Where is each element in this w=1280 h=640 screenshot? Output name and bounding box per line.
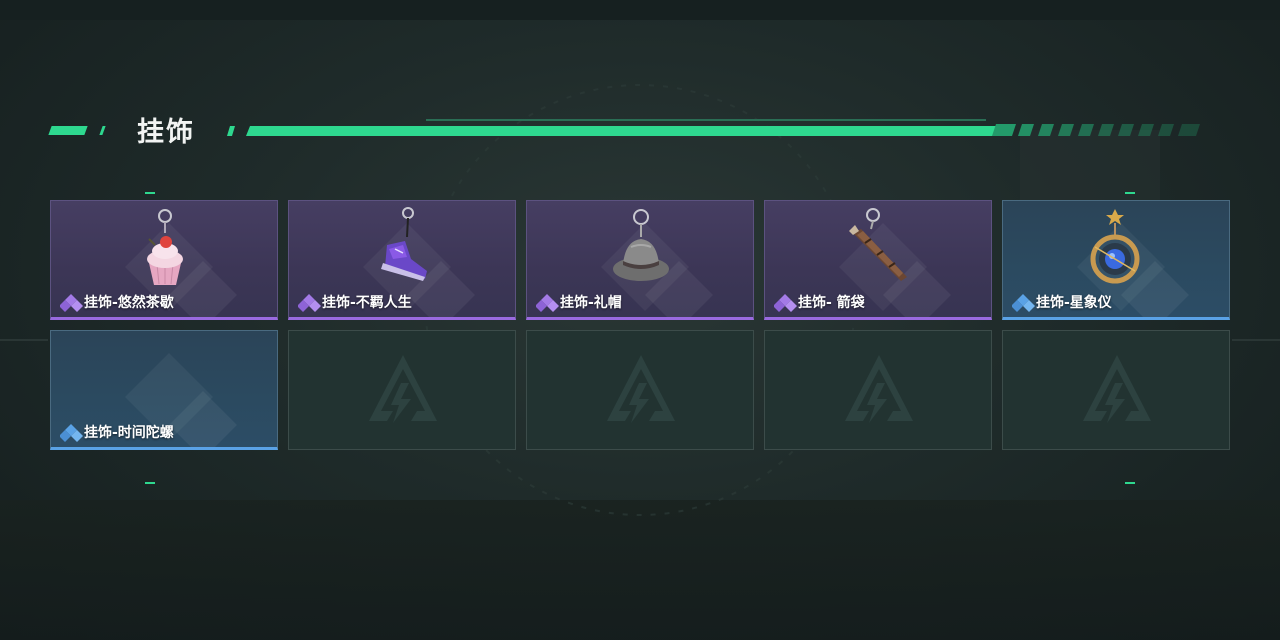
charm-collection-screen: 挂饰 挂饰-悠然茶歇 挂饰-不羁人生 挂饰-礼帽 挂饰- 箭袋 挂饰-星象仪 挂… [0,0,1280,640]
empty-slot [1002,330,1230,450]
charm-card[interactable]: 挂饰-时间陀螺 [50,330,278,450]
charm-label: 挂饰-星象仪 [1012,292,1112,312]
frame-corner-tick [145,482,155,484]
charm-name: 挂饰- 箭袋 [798,295,865,311]
background-art [0,84,1280,516]
purple-rarity-icon [774,294,797,312]
purple-rarity-icon [60,294,83,312]
game-logo-watermark-icon [1083,355,1151,423]
empty-slot [764,330,992,450]
charm-name: 挂饰-不羁人生 [322,295,412,311]
charm-name: 挂饰-时间陀螺 [84,425,174,441]
charm-name: 挂饰-礼帽 [560,295,622,311]
frame-corner-tick [1125,192,1135,194]
frame-corner-tick [145,192,155,194]
game-logo-watermark-icon [607,355,675,423]
charm-label: 挂饰-悠然茶歇 [60,292,174,312]
charm-card[interactable]: 挂饰- 箭袋 [764,200,992,320]
frame-corner-tick [1125,482,1135,484]
title-accent-block [48,126,88,135]
charm-label: 挂饰-不羁人生 [298,292,412,312]
charm-card[interactable]: 挂饰-礼帽 [526,200,754,320]
blue-rarity-icon [60,424,83,442]
title-stripe-decoration [227,119,1200,136]
empty-slot [526,330,754,450]
game-logo-watermark-icon [845,355,913,423]
game-logo-watermark-icon [369,355,437,423]
charm-card[interactable]: 挂饰-悠然茶歇 [50,200,278,320]
blue-rarity-icon [1012,294,1035,312]
empty-slot [288,330,516,450]
charm-label: 挂饰-礼帽 [536,292,622,312]
charm-card[interactable]: 挂饰-星象仪 [1002,200,1230,320]
purple-rarity-icon [298,294,321,312]
charm-name: 挂饰-星象仪 [1036,295,1112,311]
charm-card[interactable]: 挂饰-不羁人生 [288,200,516,320]
purple-rarity-icon [536,294,559,312]
charm-label: 挂饰-时间陀螺 [60,422,174,442]
charm-name: 挂饰-悠然茶歇 [84,295,174,311]
page-title: 挂饰 [137,117,195,148]
charm-label: 挂饰- 箭袋 [774,292,865,312]
